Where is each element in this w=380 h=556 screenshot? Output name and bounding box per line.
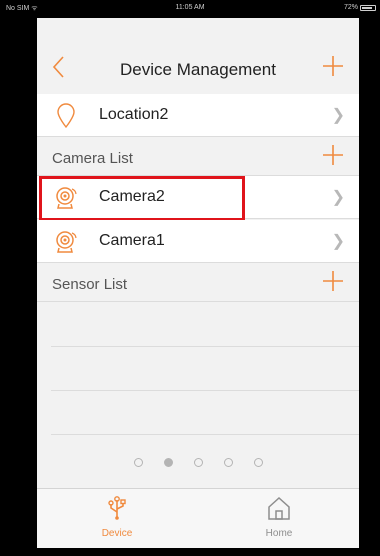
camera-label: Camera1 bbox=[99, 232, 165, 249]
page-dot[interactable] bbox=[133, 458, 143, 467]
tab-home-label: Home bbox=[265, 528, 293, 539]
selection-highlight bbox=[39, 176, 245, 221]
battery-icon bbox=[360, 4, 376, 11]
camera-icon bbox=[56, 231, 77, 253]
location-row[interactable]: Location2 ❯ bbox=[37, 94, 359, 137]
tab-home[interactable]: Home bbox=[219, 495, 339, 539]
list-divider bbox=[51, 346, 359, 347]
page-dot[interactable] bbox=[253, 458, 263, 467]
page-title: Device Management bbox=[120, 60, 276, 79]
camera-row[interactable]: Camera1 ❯ bbox=[37, 220, 359, 263]
tab-device-label: Device bbox=[101, 528, 133, 539]
location-label: Location2 bbox=[99, 106, 169, 123]
tab-device[interactable]: Device bbox=[57, 495, 177, 539]
page-indicator[interactable] bbox=[37, 458, 359, 467]
list-divider bbox=[51, 390, 359, 391]
app-screen: Device Management Location2 ❯ Camera Lis… bbox=[37, 18, 359, 548]
chevron-right-icon: ❯ bbox=[331, 107, 345, 124]
chevron-right-icon: ❯ bbox=[331, 189, 345, 206]
chevron-right-icon: ❯ bbox=[331, 233, 345, 250]
plus-icon bbox=[323, 145, 343, 165]
add-sensor-button[interactable] bbox=[319, 270, 347, 298]
clock-label: 11:05 AM bbox=[175, 4, 205, 11]
page-dot-active[interactable] bbox=[163, 458, 173, 467]
sensor-list-label: Sensor List bbox=[52, 276, 128, 293]
battery-indicator: 72% bbox=[344, 4, 376, 11]
add-location-button[interactable] bbox=[319, 55, 347, 83]
device-icon bbox=[108, 496, 126, 520]
page-dot[interactable] bbox=[193, 458, 203, 467]
page-dot[interactable] bbox=[223, 458, 233, 467]
plus-icon bbox=[323, 271, 343, 291]
home-icon bbox=[268, 496, 290, 520]
camera-row[interactable]: Camera2 ❯ bbox=[37, 176, 359, 221]
status-bar: No SIM ᯤ 11:05 AM 72% bbox=[0, 0, 380, 18]
camera-list-label: Camera List bbox=[52, 150, 133, 167]
battery-percent: 72% bbox=[343, 4, 358, 11]
tab-bar: Device Home bbox=[37, 488, 359, 548]
plus-icon bbox=[323, 56, 343, 76]
list-divider bbox=[51, 434, 359, 435]
nav-bar: Device Management bbox=[37, 44, 359, 94]
add-camera-button[interactable] bbox=[319, 144, 347, 172]
sensor-list-header: Sensor List bbox=[37, 264, 359, 302]
map-pin-icon bbox=[57, 103, 75, 129]
camera-list-header: Camera List bbox=[37, 138, 359, 176]
